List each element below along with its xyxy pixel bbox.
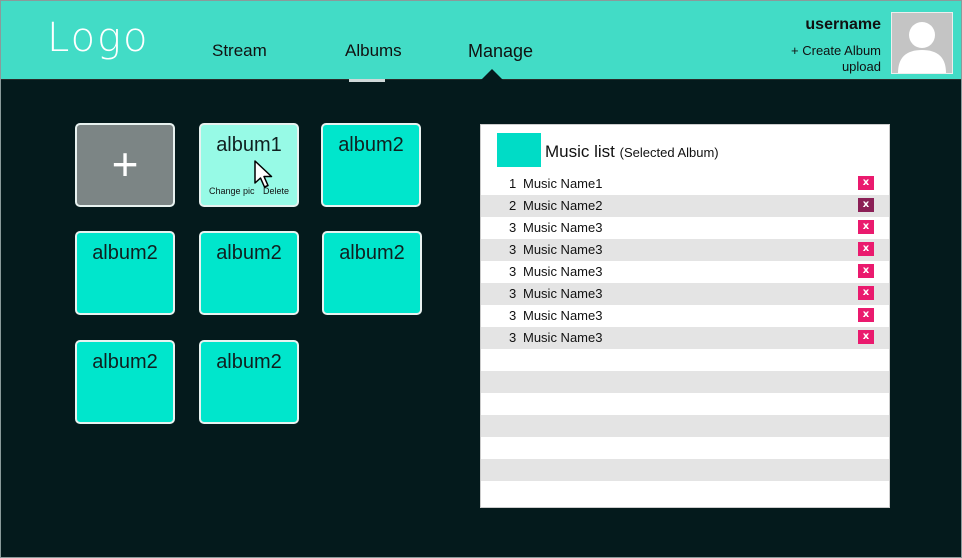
empty-row [481,459,889,481]
track-number: 3 [509,308,517,323]
album-tile[interactable]: album2 [322,231,422,315]
music-list-subtitle: (Selected Album) [619,145,719,160]
track-name: Music Name3 [523,242,603,257]
music-list-panel: Music list (Selected Album) 1 Music Name… [480,124,890,508]
delete-track-button[interactable]: x [858,242,874,256]
track-row[interactable]: 3 Music Name3 x [481,283,889,305]
delete-track-button[interactable]: x [858,264,874,278]
track-number: 3 [509,242,517,257]
nav-albums[interactable]: Albums [345,41,402,61]
avatar[interactable] [891,12,953,74]
album-tile[interactable]: album2 [321,123,421,207]
track-number: 2 [509,198,517,213]
user-avatar-icon [898,22,946,73]
track-number: 1 [509,176,517,191]
album-tile[interactable]: album2 [75,340,175,424]
track-name: Music Name3 [523,220,603,235]
track-number: 3 [509,286,517,301]
username[interactable]: username [805,16,881,34]
empty-row [481,393,889,415]
header-actions: + Create Album upload [791,43,881,75]
track-name: Music Name3 [523,330,603,345]
album-title: album2 [339,242,405,264]
delete-track-button[interactable]: x [858,308,874,322]
track-number: 3 [509,264,517,279]
create-album-link[interactable]: + Create Album [791,43,881,59]
logo[interactable]: Logo [47,15,150,61]
delete-track-button[interactable]: x [858,176,874,190]
upload-link[interactable]: upload [791,59,881,75]
music-list-title-text: Music list [545,142,615,161]
track-name: Music Name3 [523,308,603,323]
album-title: album2 [92,351,158,373]
track-row[interactable]: 3 Music Name3 x [481,217,889,239]
album-title: album2 [338,134,404,156]
album-tile-selected[interactable]: album1 Change pic Delete [199,123,299,207]
track-name: Music Name3 [523,286,603,301]
delete-album-button[interactable]: Delete [263,186,289,196]
track-row[interactable]: 2 Music Name2 x [481,195,889,217]
delete-track-button[interactable]: x [858,330,874,344]
album-title: album2 [92,242,158,264]
change-pic-button[interactable]: Change pic [209,186,255,196]
empty-row [481,371,889,393]
album-tile[interactable]: album2 [75,231,175,315]
track-number: 3 [509,330,517,345]
delete-track-button[interactable]: x [858,198,874,212]
track-row[interactable]: 3 Music Name3 x [481,239,889,261]
empty-row [481,349,889,371]
track-list: 1 Music Name1 x 2 Music Name2 x 3 Music … [481,173,889,481]
track-row[interactable]: 3 Music Name3 x [481,261,889,283]
album-color-swatch [497,133,541,167]
track-row[interactable]: 3 Music Name3 x [481,327,889,349]
album-tile[interactable]: album2 [199,340,299,424]
plus-icon: + [111,138,139,191]
nav-stream[interactable]: Stream [212,41,267,61]
album-title: album2 [216,351,282,373]
album-title: album1 [216,134,282,156]
delete-track-button[interactable]: x [858,220,874,234]
cursor-icon [254,160,273,188]
albums-underline [349,79,385,82]
album-tile[interactable]: album2 [199,231,299,315]
album-title: album2 [216,242,282,264]
add-album-button[interactable]: + [75,123,175,207]
nav-manage[interactable]: Manage [468,41,533,62]
track-row[interactable]: 3 Music Name3 x [481,305,889,327]
delete-track-button[interactable]: x [858,286,874,300]
active-nav-caret [480,69,504,81]
track-name: Music Name1 [523,176,603,191]
empty-row [481,415,889,437]
music-list-title: Music list (Selected Album) [545,142,719,162]
track-name: Music Name3 [523,264,603,279]
empty-row [481,437,889,459]
track-number: 3 [509,220,517,235]
track-row[interactable]: 1 Music Name1 x [481,173,889,195]
track-name: Music Name2 [523,198,603,213]
